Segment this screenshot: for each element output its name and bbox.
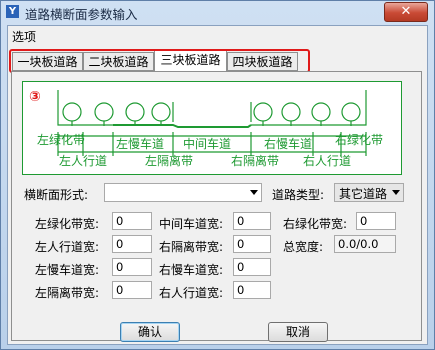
- left-sidewalk-width-input[interactable]: 0: [112, 235, 152, 253]
- left-slow-lane-width-label: 左慢车道宽:: [35, 263, 100, 277]
- label-left-slow-lane: 左慢车道: [116, 137, 165, 151]
- confirm-button[interactable]: 确认: [120, 322, 180, 342]
- menu-options[interactable]: 选项: [12, 28, 36, 45]
- right-slow-lane-width-input[interactable]: 0: [233, 258, 271, 276]
- label-middle-lane: 中间车道: [183, 137, 232, 151]
- label-left-sidewalk: 左人行道: [59, 154, 108, 168]
- label-right-slow-lane: 右慢车道: [264, 137, 313, 151]
- middle-lane-width-input[interactable]: 0: [233, 212, 271, 230]
- title-bar[interactable]: Y 道路横断面参数输入 ✕: [1, 1, 434, 23]
- right-sidewalk-width-label: 右人行道宽:: [159, 286, 224, 300]
- left-separator-width-label: 左隔离带宽:: [35, 286, 100, 300]
- left-sidewalk-width-label: 左人行道宽:: [35, 240, 100, 254]
- left-slow-lane-width-input[interactable]: 0: [112, 258, 152, 276]
- section-form-select[interactable]: [104, 183, 262, 202]
- close-button[interactable]: ✕: [384, 2, 428, 22]
- menu-bar: 选项: [8, 26, 427, 44]
- road-type-label: 道路类型:: [272, 188, 325, 202]
- app-icon: Y: [6, 5, 19, 18]
- right-separator-width-label: 右隔离带宽:: [159, 240, 224, 254]
- cross-section-diagram: ③ 左绿化带 左慢车道 中间车道 右慢车道 右绿化带 左人行道 左隔离带 右隔离…: [22, 81, 402, 175]
- right-separator-width-input[interactable]: 0: [233, 235, 271, 253]
- chevron-down-icon: [250, 190, 258, 195]
- dialog-client: 选项 一块板道路 二块板道路 三块板道路 四块板道路 ③ 左绿化带 左慢车道 中…: [7, 25, 428, 345]
- left-green-width-label: 左绿化带宽:: [35, 217, 100, 231]
- label-left-separator: 左隔离带: [145, 154, 194, 168]
- right-green-width-input[interactable]: 0: [356, 212, 396, 230]
- total-width-label: 总宽度:: [283, 240, 324, 254]
- chevron-down-icon: [392, 190, 400, 195]
- label-left-green-belt: 左绿化带: [37, 133, 86, 147]
- left-separator-width-input[interactable]: 0: [112, 281, 152, 299]
- left-green-width-input[interactable]: 0: [112, 212, 152, 230]
- total-width-value: 0.0/0.0: [334, 235, 396, 253]
- diagram-number: ③: [29, 89, 41, 105]
- right-slow-lane-width-label: 右慢车道宽:: [159, 263, 224, 277]
- label-right-sidewalk: 右人行道: [303, 154, 352, 168]
- dialog-window: Y 道路横断面参数输入 ✕ 选项 一块板道路 二块板道路 三块板道路 四块板道路: [0, 0, 435, 350]
- label-right-separator: 右隔离带: [231, 154, 280, 168]
- right-green-width-label: 右绿化带宽:: [283, 217, 348, 231]
- right-sidewalk-width-input[interactable]: 0: [233, 281, 271, 299]
- cancel-button[interactable]: 取消: [268, 322, 328, 342]
- window-title: 道路横断面参数输入: [25, 7, 138, 22]
- road-type-select[interactable]: 其它道路: [334, 183, 404, 202]
- middle-lane-width-label: 中间车道宽:: [159, 217, 224, 231]
- label-right-green-belt: 右绿化带: [335, 133, 384, 147]
- section-form-label: 横断面形式:: [24, 188, 89, 202]
- tabs-highlight-frame: [9, 49, 310, 73]
